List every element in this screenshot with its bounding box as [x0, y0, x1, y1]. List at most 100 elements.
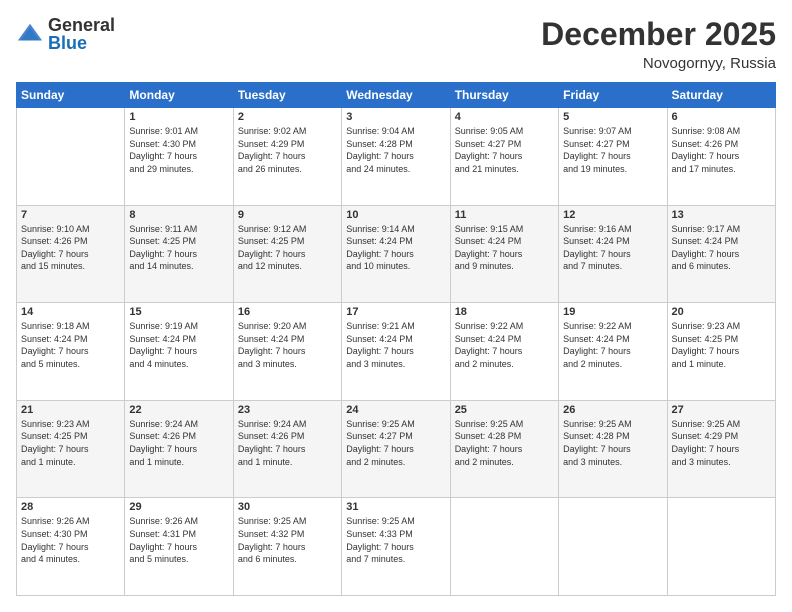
week-row-4: 21Sunrise: 9:23 AM Sunset: 4:25 PM Dayli… [17, 400, 776, 498]
day-cell-3-2: 23 Sunrise: 9:24 AM Sunset: 4:26 PM Dayli… [233, 400, 341, 498]
header-friday: Friday [559, 83, 667, 108]
day-cell-3-1: 22 Sunrise: 9:24 AM Sunset: 4:26 PM Dayli… [125, 400, 233, 498]
day-cell-4-3: 31Sunrise: 9:25 AM Sunset: 4:33 PM Dayli… [342, 498, 450, 596]
day-cell-2-1: 15Sunrise: 9:19 AM Sunset: 4:24 PM Dayli… [125, 303, 233, 401]
day-info-7: Sunrise: 9:10 AM Sunset: 4:26 PM Dayligh… [21, 223, 120, 273]
logo-general: General [48, 16, 115, 34]
day-info-23: Sunrise: 9:24 AM Sunset: 4:26 PM Dayligh… [238, 418, 337, 468]
day-number-20: 20 [672, 306, 771, 318]
day-info-8: Sunrise: 9:11 AM Sunset: 4:25 PM Dayligh… [129, 223, 228, 273]
day-number-9: 9 [238, 209, 337, 221]
logo-blue: Blue [48, 34, 115, 52]
day-cell-0-3: 3 Sunrise: 9:04 AM Sunset: 4:28 PM Daylig… [342, 108, 450, 206]
day-cell-4-1: 29 Sunrise: 9:26 AM Sunset: 4:31 PM Dayli… [125, 498, 233, 596]
header-sunday: Sunday [17, 83, 125, 108]
location: Novogornyy, Russia [541, 55, 776, 72]
day-number-12: 12 [563, 209, 662, 221]
day-cell-1-1: 8 Sunrise: 9:11 AM Sunset: 4:25 PM Daylig… [125, 205, 233, 303]
week-row-5: 28 Sunrise: 9:26 AM Sunset: 4:30 PM Dayli… [17, 498, 776, 596]
day-info-17: Sunrise: 9:21 AM Sunset: 4:24 PM Dayligh… [346, 320, 445, 370]
day-cell-3-0: 21Sunrise: 9:23 AM Sunset: 4:25 PM Dayli… [17, 400, 125, 498]
day-number-23: 23 [238, 404, 337, 416]
day-number-14: 14 [21, 306, 120, 318]
day-cell-0-4: 4Sunrise: 9:05 AM Sunset: 4:27 PM Daylig… [450, 108, 558, 206]
day-info-26: Sunrise: 9:25 AM Sunset: 4:28 PM Dayligh… [563, 418, 662, 468]
day-cell-0-1: 1Sunrise: 9:01 AM Sunset: 4:30 PM Daylig… [125, 108, 233, 206]
day-number-24: 24 [346, 404, 445, 416]
header-thursday: Thursday [450, 83, 558, 108]
day-number-27: 27 [672, 404, 771, 416]
day-info-4: Sunrise: 9:05 AM Sunset: 4:27 PM Dayligh… [455, 125, 554, 175]
day-cell-0-6: 6 Sunrise: 9:08 AM Sunset: 4:26 PM Daylig… [667, 108, 775, 206]
day-number-29: 29 [129, 501, 228, 513]
day-number-3: 3 [346, 111, 445, 123]
day-number-21: 21 [21, 404, 120, 416]
header: General Blue December 2025 Novogornyy, R… [16, 16, 776, 72]
day-number-8: 8 [129, 209, 228, 221]
day-number-22: 22 [129, 404, 228, 416]
day-cell-2-2: 16 Sunrise: 9:20 AM Sunset: 4:24 PM Dayli… [233, 303, 341, 401]
day-info-19: Sunrise: 9:22 AM Sunset: 4:24 PM Dayligh… [563, 320, 662, 370]
day-info-29: Sunrise: 9:26 AM Sunset: 4:31 PM Dayligh… [129, 515, 228, 565]
day-cell-3-6: 27 Sunrise: 9:25 AM Sunset: 4:29 PM Dayli… [667, 400, 775, 498]
day-cell-1-2: 9 Sunrise: 9:12 AM Sunset: 4:25 PM Daylig… [233, 205, 341, 303]
day-cell-2-0: 14 Sunrise: 9:18 AM Sunset: 4:24 PM Dayli… [17, 303, 125, 401]
day-cell-3-5: 26Sunrise: 9:25 AM Sunset: 4:28 PM Dayli… [559, 400, 667, 498]
day-info-3: Sunrise: 9:04 AM Sunset: 4:28 PM Dayligh… [346, 125, 445, 175]
day-info-25: Sunrise: 9:25 AM Sunset: 4:28 PM Dayligh… [455, 418, 554, 468]
day-info-18: Sunrise: 9:22 AM Sunset: 4:24 PM Dayligh… [455, 320, 554, 370]
day-cell-4-6 [667, 498, 775, 596]
day-number-5: 5 [563, 111, 662, 123]
day-info-20: Sunrise: 9:23 AM Sunset: 4:25 PM Dayligh… [672, 320, 771, 370]
week-row-2: 7 Sunrise: 9:10 AM Sunset: 4:26 PM Daylig… [17, 205, 776, 303]
header-monday: Monday [125, 83, 233, 108]
day-number-11: 11 [455, 209, 554, 221]
day-info-24: Sunrise: 9:25 AM Sunset: 4:27 PM Dayligh… [346, 418, 445, 468]
day-info-22: Sunrise: 9:24 AM Sunset: 4:26 PM Dayligh… [129, 418, 228, 468]
weekday-header-row: Sunday Monday Tuesday Wednesday Thursday… [17, 83, 776, 108]
day-number-16: 16 [238, 306, 337, 318]
day-number-10: 10 [346, 209, 445, 221]
day-cell-2-4: 18Sunrise: 9:22 AM Sunset: 4:24 PM Dayli… [450, 303, 558, 401]
day-info-14: Sunrise: 9:18 AM Sunset: 4:24 PM Dayligh… [21, 320, 120, 370]
day-info-11: Sunrise: 9:15 AM Sunset: 4:24 PM Dayligh… [455, 223, 554, 273]
header-saturday: Saturday [667, 83, 775, 108]
day-info-5: Sunrise: 9:07 AM Sunset: 4:27 PM Dayligh… [563, 125, 662, 175]
day-info-6: Sunrise: 9:08 AM Sunset: 4:26 PM Dayligh… [672, 125, 771, 175]
header-tuesday: Tuesday [233, 83, 341, 108]
day-number-1: 1 [129, 111, 228, 123]
day-info-10: Sunrise: 9:14 AM Sunset: 4:24 PM Dayligh… [346, 223, 445, 273]
day-number-13: 13 [672, 209, 771, 221]
day-info-9: Sunrise: 9:12 AM Sunset: 4:25 PM Dayligh… [238, 223, 337, 273]
day-info-28: Sunrise: 9:26 AM Sunset: 4:30 PM Dayligh… [21, 515, 120, 565]
logo-icon [16, 20, 44, 48]
day-number-28: 28 [21, 501, 120, 513]
week-row-1: 1Sunrise: 9:01 AM Sunset: 4:30 PM Daylig… [17, 108, 776, 206]
day-info-13: Sunrise: 9:17 AM Sunset: 4:24 PM Dayligh… [672, 223, 771, 273]
day-cell-1-4: 11 Sunrise: 9:15 AM Sunset: 4:24 PM Dayli… [450, 205, 558, 303]
day-info-30: Sunrise: 9:25 AM Sunset: 4:32 PM Dayligh… [238, 515, 337, 565]
day-cell-2-5: 19 Sunrise: 9:22 AM Sunset: 4:24 PM Dayli… [559, 303, 667, 401]
calendar-page: General Blue December 2025 Novogornyy, R… [0, 0, 792, 612]
day-cell-1-0: 7 Sunrise: 9:10 AM Sunset: 4:26 PM Daylig… [17, 205, 125, 303]
day-info-2: Sunrise: 9:02 AM Sunset: 4:29 PM Dayligh… [238, 125, 337, 175]
day-cell-4-5 [559, 498, 667, 596]
day-cell-0-0 [17, 108, 125, 206]
day-cell-4-0: 28 Sunrise: 9:26 AM Sunset: 4:30 PM Dayli… [17, 498, 125, 596]
day-number-2: 2 [238, 111, 337, 123]
logo: General Blue [16, 16, 115, 52]
day-info-15: Sunrise: 9:19 AM Sunset: 4:24 PM Dayligh… [129, 320, 228, 370]
day-number-17: 17 [346, 306, 445, 318]
day-number-6: 6 [672, 111, 771, 123]
day-cell-0-2: 2 Sunrise: 9:02 AM Sunset: 4:29 PM Daylig… [233, 108, 341, 206]
day-info-16: Sunrise: 9:20 AM Sunset: 4:24 PM Dayligh… [238, 320, 337, 370]
month-title: December 2025 [541, 16, 776, 53]
day-number-7: 7 [21, 209, 120, 221]
day-info-27: Sunrise: 9:25 AM Sunset: 4:29 PM Dayligh… [672, 418, 771, 468]
day-info-12: Sunrise: 9:16 AM Sunset: 4:24 PM Dayligh… [563, 223, 662, 273]
day-cell-1-3: 10 Sunrise: 9:14 AM Sunset: 4:24 PM Dayli… [342, 205, 450, 303]
day-number-25: 25 [455, 404, 554, 416]
day-cell-2-3: 17 Sunrise: 9:21 AM Sunset: 4:24 PM Dayli… [342, 303, 450, 401]
title-block: December 2025 Novogornyy, Russia [541, 16, 776, 72]
day-number-19: 19 [563, 306, 662, 318]
